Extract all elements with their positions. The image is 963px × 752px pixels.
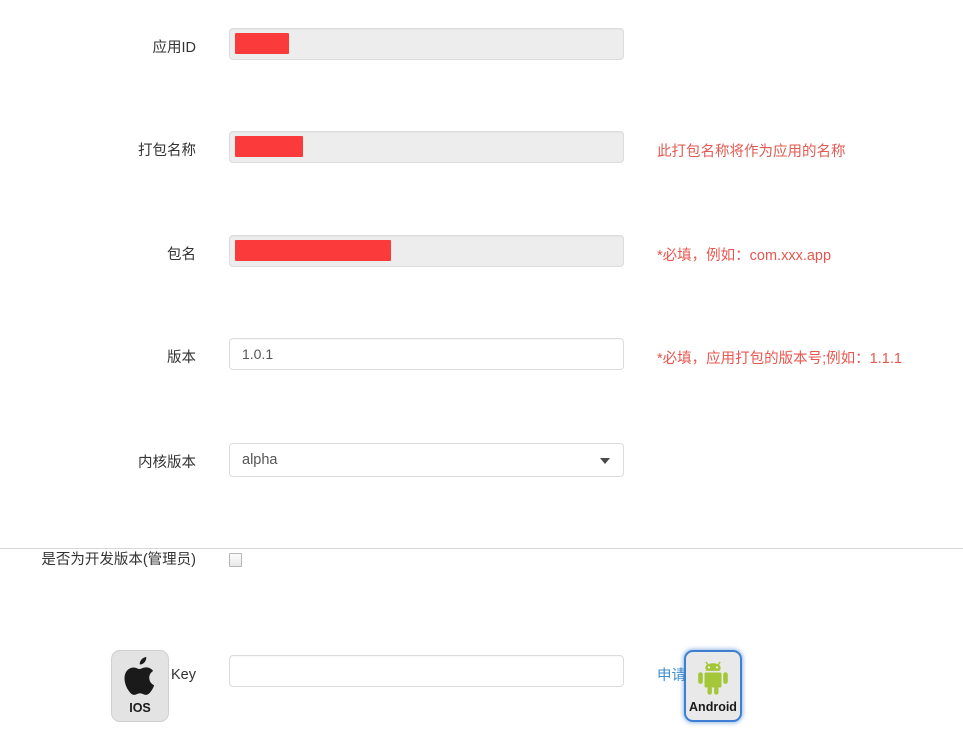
package-build-form-page: 应用ID 打包名称 此打包名称将作为应用的名称 包名 *必填，例如：com.xx…	[0, 0, 963, 752]
platform-label-ios: IOS	[129, 701, 151, 715]
apple-logo-icon	[124, 657, 155, 695]
platform-selector: IOS Android	[0, 650, 963, 730]
redaction-bar-package-display-name	[235, 136, 303, 157]
form-row-version: 版本 *必填，应用打包的版本号;例如：1.1.1	[0, 338, 963, 390]
label-app-id: 应用ID	[152, 40, 197, 56]
hint-package-name: *必填，例如：com.xxx.app	[657, 248, 832, 264]
label-version: 版本	[167, 350, 196, 366]
field-kernel-version[interactable]: alpha	[229, 443, 624, 477]
field-package-display-name[interactable]	[229, 131, 624, 163]
android-robot-icon	[698, 661, 728, 695]
form-row-kernel-version: 内核版本 alpha	[0, 443, 963, 495]
field-package-name[interactable]	[229, 235, 624, 267]
platform-button-ios[interactable]: IOS	[111, 650, 169, 722]
form-row-package-name: 包名 *必填，例如：com.xxx.app	[0, 235, 963, 287]
is-dev-build-checkbox[interactable]	[229, 553, 242, 567]
label-package-display-name: 打包名称	[138, 143, 196, 159]
redaction-bar-package-name	[235, 240, 391, 261]
hint-version: *必填，应用打包的版本号;例如：1.1.1	[657, 351, 902, 367]
redaction-bar-app-id	[235, 33, 289, 54]
hint-package-display-name: 此打包名称将作为应用的名称	[657, 144, 846, 160]
field-is-dev-build[interactable]	[229, 553, 624, 572]
form-row-is-dev-build: 是否为开发版本(管理员)	[0, 550, 963, 602]
platform-label-android: Android	[689, 700, 737, 714]
label-package-name: 包名	[167, 247, 196, 263]
field-app-id[interactable]	[229, 28, 624, 60]
version-input[interactable]	[229, 338, 624, 370]
label-kernel-version: 内核版本	[138, 455, 196, 471]
field-version[interactable]	[229, 338, 624, 370]
platform-button-android[interactable]: Android	[684, 650, 742, 722]
kernel-version-select[interactable]: alpha	[229, 443, 624, 477]
section-divider	[0, 548, 963, 549]
form-row-app-id: 应用ID	[0, 28, 963, 80]
label-is-dev-build: 是否为开发版本(管理员)	[41, 552, 196, 568]
form-row-package-display-name: 打包名称 此打包名称将作为应用的名称	[0, 131, 963, 183]
